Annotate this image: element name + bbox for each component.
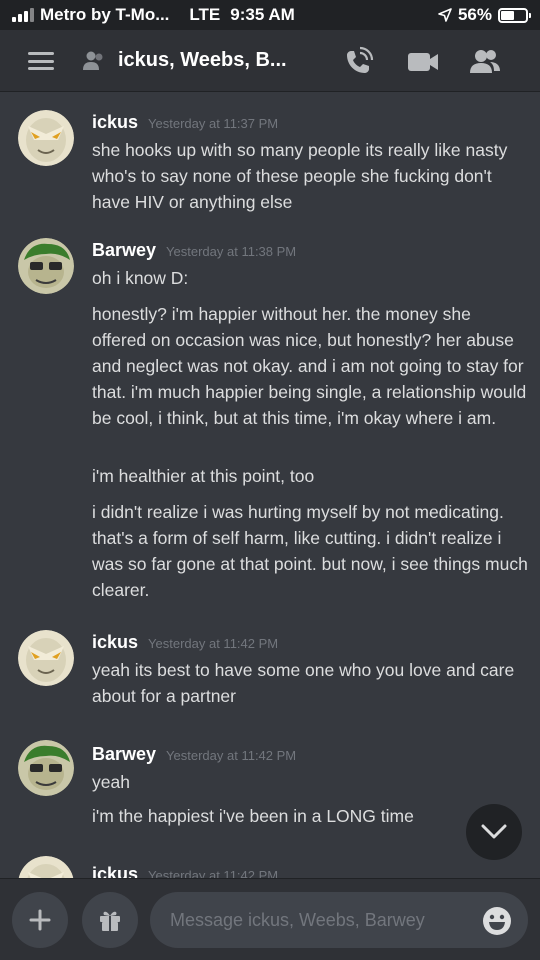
message-text: honestly? i'm happier without her. the m… xyxy=(92,304,527,428)
plus-icon xyxy=(29,909,51,931)
avatar-ickus[interactable] xyxy=(18,110,74,166)
network-type: LTE xyxy=(189,5,221,24)
channel-title[interactable]: ickus, Weebs, B... xyxy=(118,49,287,72)
message-text: yeah xyxy=(92,772,130,792)
attach-button[interactable] xyxy=(12,892,68,948)
chevron-down-icon xyxy=(481,824,507,839)
menu-icon[interactable] xyxy=(28,52,54,70)
message-text: yeah its best to have some one who you l… xyxy=(92,660,515,706)
message-author[interactable]: Barwey Yesterday at 11:38 PM xyxy=(92,240,296,261)
avatar-barwey[interactable] xyxy=(18,740,74,796)
jump-to-bottom-button[interactable] xyxy=(466,804,522,860)
avatar-barwey[interactable] xyxy=(18,238,74,294)
battery-icon xyxy=(498,7,531,23)
location-arrow-icon xyxy=(438,8,452,22)
message-author[interactable]: ickus Yesterday at 11:42 PM xyxy=(92,632,278,653)
message-text: she hooks up with so many people its rea… xyxy=(92,140,508,212)
message-timestamp: Yesterday at 11:42 PM xyxy=(148,636,279,651)
message-composer xyxy=(0,878,540,960)
avatar-ickus[interactable] xyxy=(18,630,74,686)
message-timestamp: Yesterday at 11:37 PM xyxy=(148,116,279,131)
battery-fill xyxy=(501,10,515,20)
signal-icon xyxy=(12,8,34,22)
status-time: 9:35 AM xyxy=(230,5,295,24)
message-text: i'm healthier at this point, too xyxy=(92,466,315,486)
message-author[interactable]: ickus Yesterday at 11:37 PM xyxy=(92,112,278,133)
battery-percent: 56% xyxy=(457,5,492,24)
voice-call-icon[interactable] xyxy=(342,46,374,78)
group-dm-icon xyxy=(83,51,103,70)
message-author[interactable]: Barwey Yesterday at 11:42 PM xyxy=(92,744,296,765)
message-list[interactable]: ickus Yesterday at 11:37 PM she hooks up … xyxy=(0,92,540,878)
carrier-name: Metro by T-Mo... xyxy=(40,5,170,24)
gift-button[interactable] xyxy=(82,892,138,948)
status-bar: Metro by T-Mo... LTE 9:35 AM 56% xyxy=(0,0,540,30)
channel-header: ickus, Weebs, B... xyxy=(0,30,540,92)
message-text: i didn't realize i was hurting myself by… xyxy=(92,502,528,600)
message-timestamp: Yesterday at 11:42 PM xyxy=(166,748,297,763)
video-call-icon[interactable] xyxy=(406,46,440,78)
message-text: i'm the happiest i've been in a LONG tim… xyxy=(92,806,414,826)
message-timestamp: Yesterday at 11:38 PM xyxy=(166,244,297,259)
avatar-ickus[interactable] xyxy=(18,856,74,878)
message-author[interactable]: ickus Yesterday at 11:42 PM xyxy=(92,864,278,878)
members-icon[interactable] xyxy=(468,46,502,78)
emoji-icon[interactable] xyxy=(482,906,512,936)
message-text: oh i know D: xyxy=(92,268,189,288)
gift-icon xyxy=(100,911,120,931)
message-input[interactable] xyxy=(150,892,528,948)
message-timestamp: Yesterday at 11:42 PM xyxy=(148,868,279,878)
